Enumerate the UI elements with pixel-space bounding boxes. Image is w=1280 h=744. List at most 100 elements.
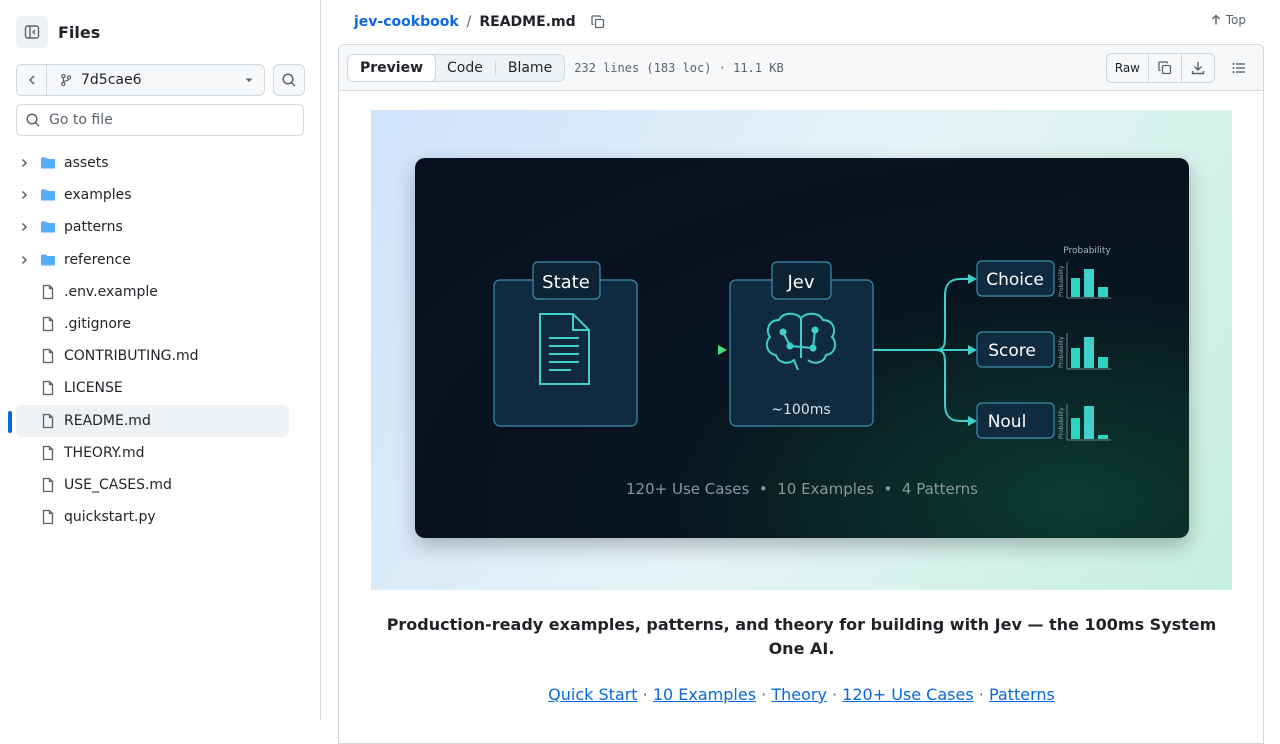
breadcrumb: jev-cookbook / README.md Top (338, 0, 1264, 44)
active-indicator (8, 410, 12, 433)
breadcrumb-repo-link[interactable]: jev-cookbook (354, 14, 459, 30)
branch-dropdown[interactable]: 7d5cae6 (47, 72, 264, 88)
tree-item-label: reference (64, 251, 131, 268)
link-theory[interactable]: Theory (771, 685, 827, 704)
chevron-right-icon[interactable] (16, 190, 32, 200)
copy-path-button[interactable] (590, 14, 606, 30)
tree-item-patterns[interactable]: patterns (16, 211, 289, 243)
tree-item-label: USE_CASES.md (64, 476, 172, 493)
file-tree: assets examples patterns reference .env.… (8, 147, 289, 533)
copy-icon (590, 15, 604, 29)
raw-actions-group: Raw (1105, 52, 1215, 83)
outline-button[interactable] (1223, 53, 1255, 83)
breadcrumb-separator: / (466, 14, 472, 30)
tree-item-label: .env.example (64, 283, 158, 300)
top-link[interactable]: Top (1210, 13, 1246, 27)
tab-blame[interactable]: Blame (496, 55, 564, 81)
go-to-file-input[interactable] (49, 112, 289, 128)
tree-item-theory[interactable]: THEORY.md (16, 437, 289, 469)
tree-item-contributing[interactable]: CONTRIBUTING.md (16, 340, 289, 372)
prob-chart-choice: Probability (1058, 262, 1111, 299)
raw-button[interactable]: Raw (1107, 53, 1149, 82)
link-use-cases[interactable]: 120+ Use Cases (842, 685, 974, 704)
copy-raw-button[interactable] (1149, 53, 1182, 82)
tree-item-label: assets (64, 155, 109, 172)
file-meta: 232 lines (183 loc) · 11.1 KB (574, 60, 784, 75)
file-viewer: Preview Code Blame 232 lines (183 loc) ·… (338, 44, 1264, 744)
tree-item-reference[interactable]: reference (16, 244, 289, 276)
arrow-state-to-jev (637, 345, 727, 355)
chevron-right-icon[interactable] (16, 255, 32, 265)
chevron-right-icon[interactable] (16, 158, 32, 168)
link-separator: · (826, 685, 843, 704)
tree-item-examples[interactable]: examples (16, 179, 289, 211)
tree-item-gitignore[interactable]: .gitignore (16, 308, 289, 340)
tree-item-use-cases[interactable]: USE_CASES.md (16, 469, 289, 501)
prob-axis-label: Probability (1058, 336, 1065, 368)
folder-icon (40, 252, 56, 268)
branch-selector: 7d5cae6 (16, 64, 265, 96)
folder-icon (40, 155, 56, 171)
download-icon (1191, 61, 1205, 74)
banner-diagram: State Jev ~100ms Choice Score Noul Proba… (493, 246, 1111, 498)
tab-code[interactable]: Code (435, 55, 495, 81)
file-icon (40, 348, 56, 364)
tree-item-env-example[interactable]: .env.example (16, 276, 289, 308)
tree-item-license[interactable]: LICENSE (16, 372, 289, 404)
link-quick-start[interactable]: Quick Start (548, 685, 637, 704)
copy-icon (1158, 60, 1172, 74)
git-branch-icon (61, 73, 72, 87)
view-mode-tabs: Preview Code Blame (347, 53, 566, 82)
tree-item-label: .gitignore (64, 316, 131, 333)
choice-label: Choice (986, 270, 1044, 290)
sidebar-title: Files (58, 22, 101, 42)
banner-footer: 120+ Use Cases • 10 Examples • 4 Pattern… (626, 480, 978, 498)
prob-chart-score: Probability (1058, 333, 1111, 370)
file-tree-sidebar: Files 7d5cae6 Go to file assets examples… (0, 0, 321, 720)
latency-label: ~100ms (771, 402, 830, 418)
file-actions: Raw (1105, 52, 1255, 83)
file-icon (40, 477, 56, 493)
tree-item-assets[interactable]: assets (16, 147, 289, 179)
noul-label: Noul (988, 412, 1027, 432)
file-header: Preview Code Blame 232 lines (183 loc) ·… (339, 45, 1263, 91)
prob-chart-noul: Probability (1058, 404, 1111, 441)
arrow-up-icon (1211, 14, 1220, 25)
download-button[interactable] (1182, 54, 1214, 82)
jev-label: Jev (786, 272, 814, 293)
branch-name: 7d5cae6 (81, 72, 142, 88)
breadcrumb-file-name: README.md (479, 14, 576, 30)
tab-preview[interactable]: Preview (347, 53, 437, 82)
link-examples[interactable]: 10 Examples (653, 685, 756, 704)
file-icon (40, 413, 56, 429)
prob-axis-label: Probability (1058, 265, 1065, 297)
link-separator: · (973, 685, 989, 704)
sidebar-header: Files (16, 16, 100, 48)
tree-item-label: LICENSE (64, 380, 123, 397)
sidebar-collapse-icon (24, 25, 40, 39)
tree-item-label: examples (64, 187, 132, 204)
back-button[interactable] (17, 65, 47, 95)
tree-item-quickstart[interactable]: quickstart.py (16, 501, 289, 533)
chevron-right-icon[interactable] (16, 222, 32, 232)
file-icon (40, 284, 56, 300)
tree-item-label: quickstart.py (64, 509, 156, 526)
file-icon (40, 316, 56, 332)
tree-item-label: CONTRIBUTING.md (64, 348, 199, 365)
branch-row: 7d5cae6 (16, 64, 305, 96)
file-icon (40, 509, 56, 525)
search-files-button[interactable] (273, 64, 305, 96)
go-to-file-field[interactable] (16, 104, 304, 136)
probability-header: Probability (1063, 246, 1111, 256)
link-patterns[interactable]: Patterns (989, 685, 1055, 704)
list-icon (1232, 62, 1245, 73)
file-icon (40, 445, 56, 461)
tree-item-readme[interactable]: README.md (8, 404, 289, 437)
link-separator: · (756, 685, 772, 704)
tree-item-label: THEORY.md (64, 444, 145, 461)
readme-tagline: Production-ready examples, patterns, and… (386, 615, 1217, 658)
readme-banner-image: State Jev ~100ms Choice Score Noul Proba… (371, 110, 1232, 590)
chevron-left-icon (28, 75, 35, 85)
collapse-sidebar-button[interactable] (16, 16, 48, 48)
banner-card: State Jev ~100ms Choice Score Noul Proba… (415, 158, 1189, 538)
